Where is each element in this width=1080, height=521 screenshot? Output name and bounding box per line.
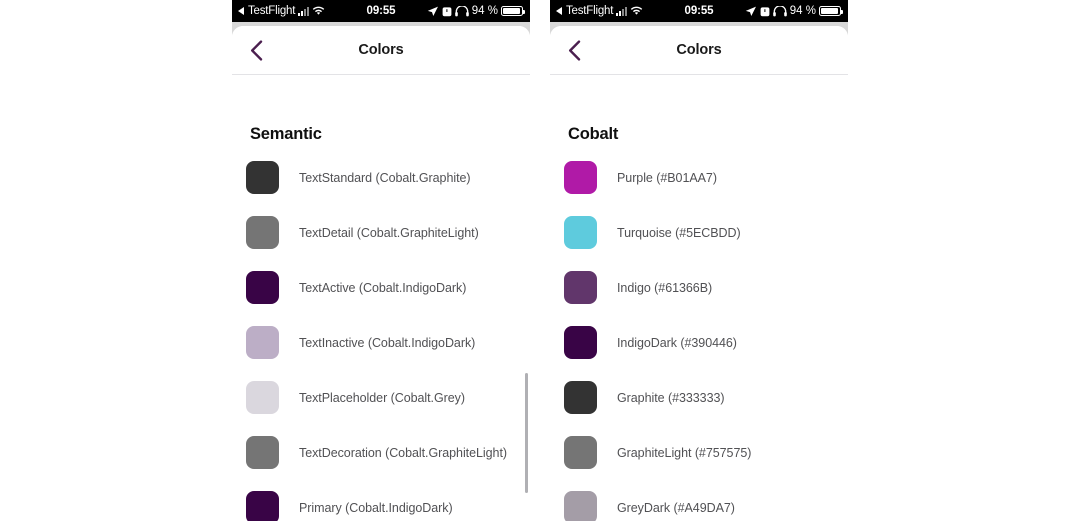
color-list-semantic[interactable]: Semantic TextStandard (Cobalt.Graphite) … bbox=[232, 101, 530, 521]
list-item[interactable]: Primary (Cobalt.IndigoDark) bbox=[232, 480, 530, 521]
color-swatch bbox=[564, 381, 597, 414]
color-swatch bbox=[246, 326, 279, 359]
scrollbar-thumb[interactable] bbox=[525, 373, 528, 493]
list-item[interactable]: TextInactive (Cobalt.IndigoDark) bbox=[232, 315, 530, 370]
color-swatch bbox=[246, 161, 279, 194]
cellular-bars-icon bbox=[298, 6, 310, 16]
color-swatch bbox=[564, 491, 597, 521]
list-item-label: TextStandard (Cobalt.Graphite) bbox=[299, 170, 471, 185]
back-triangle-icon[interactable] bbox=[556, 7, 562, 15]
list-item[interactable]: IndigoDark (#390446) bbox=[550, 315, 848, 370]
page-title: Colors bbox=[358, 42, 404, 58]
list-item-label: Turquoise (#5ECBDD) bbox=[617, 225, 741, 240]
nav-bar: Colors bbox=[550, 26, 848, 75]
section-title: Semantic bbox=[250, 125, 322, 143]
status-carrier-label: TestFlight bbox=[248, 5, 296, 17]
list-item-label: TextActive (Cobalt.IndigoDark) bbox=[299, 280, 467, 295]
chevron-left-icon bbox=[568, 39, 580, 61]
status-bar: TestFlight 09:55 94 % bbox=[232, 0, 530, 22]
location-arrow-icon bbox=[745, 6, 756, 16]
list-item[interactable]: TextActive (Cobalt.IndigoDark) bbox=[232, 260, 530, 315]
status-bar-right: 94 % bbox=[745, 5, 843, 17]
list-item-label: Primary (Cobalt.IndigoDark) bbox=[299, 500, 453, 515]
list-item[interactable]: Purple (#B01AA7) bbox=[550, 150, 848, 205]
list-item[interactable]: GreyDark (#A49DA7) bbox=[550, 480, 848, 521]
list-item-label: TextDetail (Cobalt.GraphiteLight) bbox=[299, 225, 479, 240]
color-swatch bbox=[246, 271, 279, 304]
status-bar: TestFlight 09:55 94 % bbox=[550, 0, 848, 22]
list-item[interactable]: TextStandard (Cobalt.Graphite) bbox=[232, 150, 530, 205]
color-swatch bbox=[246, 491, 279, 521]
alarm-clock-icon bbox=[760, 6, 770, 16]
list-item[interactable]: Indigo (#61366B) bbox=[550, 260, 848, 315]
color-swatch bbox=[564, 216, 597, 249]
back-triangle-icon[interactable] bbox=[238, 7, 244, 15]
list-item-label: IndigoDark (#390446) bbox=[617, 335, 737, 350]
color-swatch bbox=[564, 161, 597, 194]
modal-sheet: Colors Semantic TextStandard (Cobalt.Gra… bbox=[232, 26, 530, 521]
battery-percent-label: 94 % bbox=[789, 5, 816, 17]
phone-screen-cobalt: TestFlight 09:55 94 % Colors Cobalt Purp… bbox=[550, 0, 848, 521]
status-bar-left: TestFlight bbox=[238, 5, 325, 17]
list-item[interactable]: TextDecoration (Cobalt.GraphiteLight) bbox=[232, 425, 530, 480]
color-list-cobalt[interactable]: Cobalt Purple (#B01AA7) Turquoise (#5ECB… bbox=[550, 101, 848, 521]
status-bar-right: 94 % bbox=[427, 5, 525, 17]
page-title: Colors bbox=[676, 42, 722, 58]
list-item-label: Purple (#B01AA7) bbox=[617, 170, 717, 185]
color-swatch bbox=[564, 326, 597, 359]
back-button[interactable] bbox=[560, 36, 588, 64]
list-item-label: GreyDark (#A49DA7) bbox=[617, 500, 735, 515]
nav-bar: Colors bbox=[232, 26, 530, 75]
list-item[interactable]: TextPlaceholder (Cobalt.Grey) bbox=[232, 370, 530, 425]
list-item-label: Graphite (#333333) bbox=[617, 390, 725, 405]
status-bar-left: TestFlight bbox=[556, 5, 643, 17]
color-swatch bbox=[246, 436, 279, 469]
cellular-bars-icon bbox=[616, 6, 628, 16]
headphones-icon bbox=[772, 5, 787, 16]
headphones-icon bbox=[454, 5, 469, 16]
list-item-label: TextDecoration (Cobalt.GraphiteLight) bbox=[299, 445, 507, 460]
wifi-icon bbox=[631, 6, 643, 15]
color-swatch bbox=[564, 271, 597, 304]
alarm-clock-icon bbox=[442, 6, 452, 16]
list-item-label: GraphiteLight (#757575) bbox=[617, 445, 752, 460]
list-item-label: TextInactive (Cobalt.IndigoDark) bbox=[299, 335, 476, 350]
color-swatch bbox=[246, 216, 279, 249]
list-item[interactable]: Graphite (#333333) bbox=[550, 370, 848, 425]
status-carrier-label: TestFlight bbox=[566, 5, 614, 17]
color-swatch bbox=[246, 381, 279, 414]
phone-screen-semantic: TestFlight 09:55 94 % Colors Semantic Te… bbox=[232, 0, 530, 521]
chevron-left-icon bbox=[250, 39, 262, 61]
battery-icon bbox=[501, 6, 525, 16]
location-arrow-icon bbox=[427, 6, 438, 16]
screenshot-canvas: TestFlight 09:55 94 % Colors Semantic Te… bbox=[0, 0, 1080, 521]
list-item[interactable]: GraphiteLight (#757575) bbox=[550, 425, 848, 480]
color-swatch bbox=[564, 436, 597, 469]
list-item-label: Indigo (#61366B) bbox=[617, 280, 713, 295]
section-title: Cobalt bbox=[568, 125, 619, 143]
list-item[interactable]: TextDetail (Cobalt.GraphiteLight) bbox=[232, 205, 530, 260]
wifi-icon bbox=[313, 6, 325, 15]
modal-sheet: Colors Cobalt Purple (#B01AA7) Turquoise… bbox=[550, 26, 848, 521]
list-item[interactable]: Turquoise (#5ECBDD) bbox=[550, 205, 848, 260]
battery-percent-label: 94 % bbox=[471, 5, 498, 17]
battery-icon bbox=[819, 6, 843, 16]
back-button[interactable] bbox=[242, 36, 270, 64]
list-item-label: TextPlaceholder (Cobalt.Grey) bbox=[299, 390, 465, 405]
